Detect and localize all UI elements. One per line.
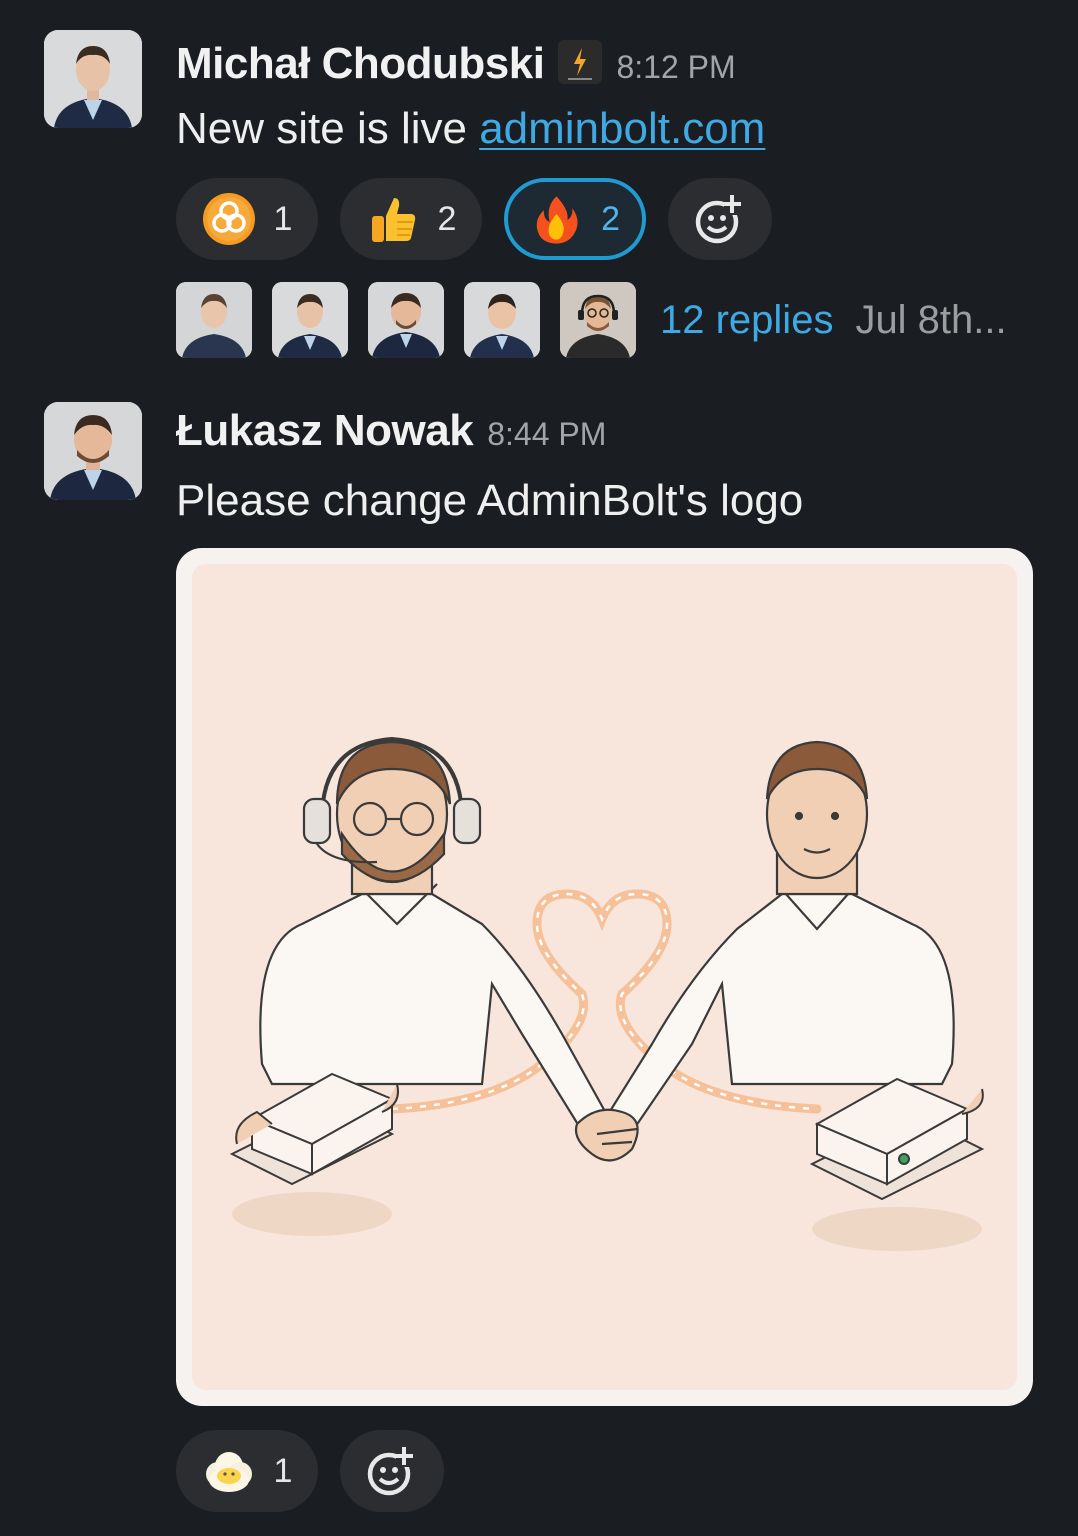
biohazard-emoji-icon [202,193,255,245]
message-text-prefix: New site is live [176,104,480,153]
reaction-thumbs-up[interactable]: 2 [340,178,482,260]
reactions-bar: 1 [176,1430,444,1512]
author-name[interactable]: Łukasz Nowak [176,406,474,456]
message-text: Please change AdminBolt's logo [176,476,804,525]
participant-avatar [368,282,444,358]
add-reaction-icon [695,195,741,244]
app-bolt-icon [558,40,603,84]
participant-avatar [272,282,348,358]
avatar[interactable] [44,30,142,128]
reaction-cloud-face[interactable]: 1 [176,1430,318,1512]
replies-count[interactable]: 12 replies [660,298,833,343]
reaction-fire[interactable]: 2 [504,178,646,260]
image-attachment[interactable] [176,548,1033,1406]
thread-summary[interactable]: 12 replies Jul 8th... [176,282,1007,358]
fire-emoji-icon [536,196,578,244]
add-reaction-icon [367,1447,413,1496]
reaction-biohazard[interactable]: 1 [176,178,318,260]
attachment-illustration [192,564,1017,1390]
reaction-count: 1 [273,1451,293,1490]
cloud-face-emoji-icon [205,1452,252,1492]
add-reaction-button[interactable] [668,178,772,260]
author-name[interactable]: Michał Chodubski [176,39,545,89]
reaction-count: 1 [273,199,293,238]
last-reply-date: Jul 8th... [855,297,1007,342]
avatar[interactable] [44,402,142,500]
site-link[interactable]: adminbolt.com [479,104,765,153]
participant-avatar [464,282,540,358]
participant-avatar [176,282,252,358]
participant-avatar [560,282,636,358]
add-reaction-button[interactable] [340,1430,444,1512]
thumbs-up-emoji-icon [371,198,415,242]
reactions-bar: 1 2 2 [176,178,772,260]
reaction-count: 2 [437,199,457,238]
message-time[interactable]: 8:12 PM [616,49,735,86]
message-time[interactable]: 8:44 PM [487,416,606,453]
reaction-count: 2 [601,199,620,238]
message-text: New site is live adminbolt.com [176,104,765,154]
